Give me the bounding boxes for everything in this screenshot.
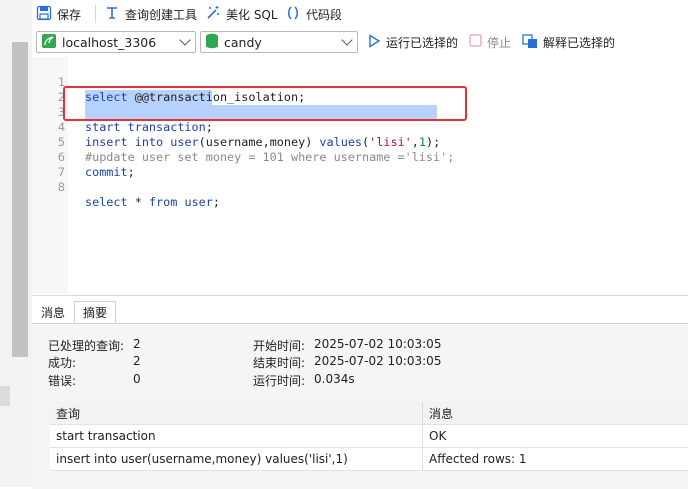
left-scrollbar[interactable] [12, 42, 28, 357]
code-line: 7 [32, 150, 688, 165]
chevron-down-icon [179, 34, 190, 45]
line-number: 8 [32, 180, 65, 195]
save-button[interactable]: 保存 [36, 5, 81, 23]
stop-label: 停止 [487, 34, 511, 51]
run-selected-button[interactable]: 运行已选择的 [367, 33, 458, 51]
code-snippet-label: 代码段 [306, 6, 342, 23]
column-header-query[interactable]: 查询 [50, 402, 423, 425]
result-tabs: 消息 摘要 [32, 301, 116, 323]
start-time-label: 开始时间: [253, 337, 305, 354]
run-selected-label: 运行已选择的 [386, 34, 458, 51]
save-label: 保存 [57, 6, 81, 23]
table-cell: insert into user(username,money) values(… [50, 448, 423, 471]
left-panel-block [0, 386, 10, 406]
table-row[interactable]: insert into user(username,money) values(… [50, 448, 688, 471]
results-table: 查询 消息 start transaction OK insert into u… [50, 402, 688, 471]
save-icon [36, 5, 52, 24]
connection-toolbar: localhost_3306 candy 运行已选择的 停止 解释已选择的 [32, 28, 688, 57]
database-icon [205, 33, 219, 52]
code-line: 6 commit; [32, 135, 688, 150]
code-line: 5 #update user set money = 101 where use… [32, 120, 688, 135]
query-builder-label: 查询创建工具 [125, 6, 197, 23]
magic-wand-icon [205, 5, 221, 24]
database-select[interactable]: candy [200, 31, 358, 53]
database-value: candy [224, 35, 262, 50]
toolbar-divider [95, 5, 96, 23]
column-header-message[interactable]: 消息 [423, 402, 688, 425]
parentheses-icon [285, 5, 301, 24]
connection-value: localhost_3306 [62, 35, 156, 50]
table-cell: Affected rows: 1 [423, 448, 688, 471]
processed-queries-label: 已处理的查询: [48, 337, 124, 354]
success-label: 成功: [48, 354, 76, 371]
explain-icon [522, 33, 538, 52]
code-snippet-button[interactable]: 代码段 [285, 5, 342, 23]
tab-summary[interactable]: 摘要 [74, 301, 116, 323]
code-text: select * from user; [85, 195, 220, 210]
query-builder-button[interactable]: 查询创建工具 [104, 5, 197, 23]
stop-icon [469, 34, 482, 50]
end-time-value: 2025-07-02 10:03:05 [314, 354, 441, 368]
main-toolbar: 保存 查询创建工具 美化 SQL 代码段 [32, 0, 688, 29]
end-time-label: 结束时间: [253, 354, 305, 371]
processed-queries-value: 2 [133, 337, 141, 351]
success-value: 2 [133, 354, 141, 368]
connection-select[interactable]: localhost_3306 [36, 31, 196, 53]
table-cell: OK [423, 425, 688, 448]
code-line: 1 select @@transaction_isolation; [32, 60, 688, 75]
table-cell: start transaction [50, 425, 423, 448]
error-value: 0 [133, 372, 141, 386]
stop-button[interactable]: 停止 [469, 33, 511, 51]
play-icon [367, 34, 381, 51]
chevron-down-icon [341, 34, 352, 45]
beautify-sql-button[interactable]: 美化 SQL [205, 5, 278, 23]
error-label: 错误: [48, 372, 76, 389]
runtime-label: 运行时间: [253, 372, 305, 389]
code-line: 8 select * from user; [32, 165, 688, 180]
query-builder-icon [104, 5, 120, 24]
explain-selected-label: 解释已选择的 [543, 34, 615, 51]
explain-selected-button[interactable]: 解释已选择的 [522, 33, 615, 51]
beautify-sql-label: 美化 SQL [226, 6, 278, 23]
annotation-highlight-box [63, 86, 467, 121]
runtime-value: 0.034s [314, 372, 355, 386]
start-time-value: 2025-07-02 10:03:05 [314, 337, 441, 351]
table-row[interactable]: start transaction OK [50, 425, 688, 448]
tab-messages[interactable]: 消息 [32, 301, 74, 323]
table-header-row: 查询 消息 [50, 402, 688, 425]
connection-icon [41, 33, 57, 52]
